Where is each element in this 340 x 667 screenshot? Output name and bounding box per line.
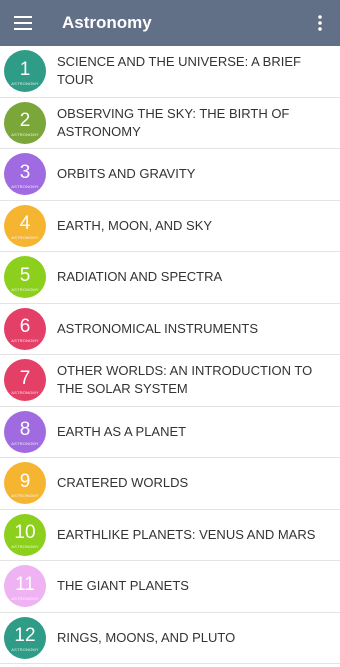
chapter-number-badge: 7 ASTRONOMY	[4, 359, 46, 402]
chapter-number-badge: 11 ASTRONOMY	[4, 565, 46, 608]
chapter-badge-caption: ASTRONOMY	[11, 544, 39, 550]
chapter-number-badge: 9 ASTRONOMY	[4, 462, 46, 505]
chapter-title: EARTHLIKE PLANETS: VENUS AND MARS	[57, 526, 316, 542]
chapter-title: RINGS, MOONS, AND PLUTO	[57, 629, 236, 645]
chapter-number: 2	[19, 110, 31, 132]
chapter-badge-caption: ASTRONOMY	[11, 492, 39, 498]
chapter-badge-caption: ASTRONOMY	[11, 389, 39, 395]
chapter-number-badge: 8 ASTRONOMY	[4, 410, 46, 453]
chapter-row[interactable]: 6 ASTRONOMY ASTRONOMICAL INSTRUMENTS	[0, 304, 340, 355]
chapter-row[interactable]: 11 ASTRONOMY THE GIANT PLANETS	[0, 561, 340, 613]
chapter-title: ORBITS AND GRAVITY	[57, 166, 196, 182]
chapter-badge-caption: ASTRONOMY	[11, 132, 39, 138]
chapter-number-badge: 3 ASTRONOMY	[4, 153, 46, 196]
chapter-number: 4	[19, 213, 31, 235]
chapter-row[interactable]: 4 ASTRONOMY EARTH, MOON, AND SKY	[0, 201, 340, 252]
chapter-row[interactable]: 10 ASTRONOMY EARTHLIKE PLANETS: VENUS AND …	[0, 510, 340, 561]
chapter-title: EARTH, MOON, AND SKY	[57, 217, 213, 233]
chapter-row[interactable]: 7 ASTRONOMY OTHER WORLDS: AN INTRODUCTION …	[0, 355, 340, 407]
chapter-badge-caption: ASTRONOMY	[11, 647, 39, 653]
chapter-row[interactable]: 9 ASTRONOMY CRATERED WORLDS	[0, 458, 340, 510]
chapter-number-badge: 1 ASTRONOMY	[4, 50, 46, 93]
chapter-row[interactable]: 12 ASTRONOMY RINGS, MOONS, AND PLUTO	[0, 613, 340, 664]
chapter-number-badge: 4 ASTRONOMY	[4, 204, 46, 247]
chapter-number: 8	[19, 419, 31, 441]
chapter-title: ASTRONOMICAL INSTRUMENTS	[57, 320, 259, 336]
chapter-number-badge: 5 ASTRONOMY	[4, 256, 46, 299]
chapter-row[interactable]: 1 ASTRONOMY SCIENCE AND THE UNIVERSE: A BR…	[0, 46, 340, 98]
chapter-title: OTHER WORLDS: AN INTRODUCTION TO THE SOL…	[57, 363, 313, 397]
more-vert-icon[interactable]	[300, 0, 340, 46]
chapter-number: 3	[19, 161, 31, 183]
chapter-number: 10	[14, 522, 36, 544]
app-screen: Astronomy 1 ASTRONOMY SCIENCE AND THE UNIV…	[0, 0, 340, 667]
chapter-title: SCIENCE AND THE UNIVERSE: A BRIEF TOUR	[57, 54, 301, 88]
chapter-title: RADIATION AND SPECTRA	[57, 269, 223, 285]
chapter-badge-caption: ASTRONOMY	[11, 80, 39, 86]
chapter-badge-caption: ASTRONOMY	[11, 183, 39, 189]
chapter-row[interactable]: 8 ASTRONOMY EARTH AS A PLANET	[0, 407, 340, 458]
chapter-row[interactable]: 3 ASTRONOMY ORBITS AND GRAVITY	[0, 149, 340, 201]
chapter-number: 6	[19, 316, 31, 338]
chapter-number-badge: 6 ASTRONOMY	[4, 307, 46, 350]
chapter-number: 1	[19, 58, 31, 80]
chapter-badge-caption: ASTRONOMY	[11, 441, 39, 447]
chapter-number: 12	[14, 625, 36, 647]
chapter-title: CRATERED WORLDS	[57, 475, 189, 491]
chapter-number: 5	[19, 264, 31, 286]
page-title: Astronomy	[62, 13, 152, 32]
chapter-row[interactable]: 5 ASTRONOMY RADIATION AND SPECTRA	[0, 252, 340, 304]
chapter-number: 7	[19, 367, 31, 389]
app-toolbar: Astronomy	[0, 0, 340, 46]
chapter-title: EARTH AS A PLANET	[57, 423, 187, 439]
chapter-badge-caption: ASTRONOMY	[11, 235, 39, 241]
chapter-number-badge: 12 ASTRONOMY	[4, 616, 46, 659]
chapter-number-badge: 2 ASTRONOMY	[4, 101, 46, 144]
chapter-number: 11	[15, 573, 35, 595]
chapter-badge-caption: ASTRONOMY	[11, 595, 39, 601]
chapter-title: THE GIANT PLANETS	[57, 578, 189, 594]
chapter-list: 1 ASTRONOMY SCIENCE AND THE UNIVERSE: A BR…	[0, 46, 340, 667]
chapter-number-badge: 10 ASTRONOMY	[4, 513, 46, 556]
chapter-row[interactable]: 2 ASTRONOMY OBSERVING THE SKY: THE BIRTH O…	[0, 98, 340, 149]
chapter-title: OBSERVING THE SKY: THE BIRTH OF ASTRONOM…	[57, 105, 290, 139]
chapter-badge-caption: ASTRONOMY	[11, 338, 39, 344]
chapter-badge-caption: ASTRONOMY	[11, 286, 39, 292]
hamburger-menu-icon[interactable]	[0, 0, 46, 46]
chapter-number: 9	[19, 470, 31, 492]
